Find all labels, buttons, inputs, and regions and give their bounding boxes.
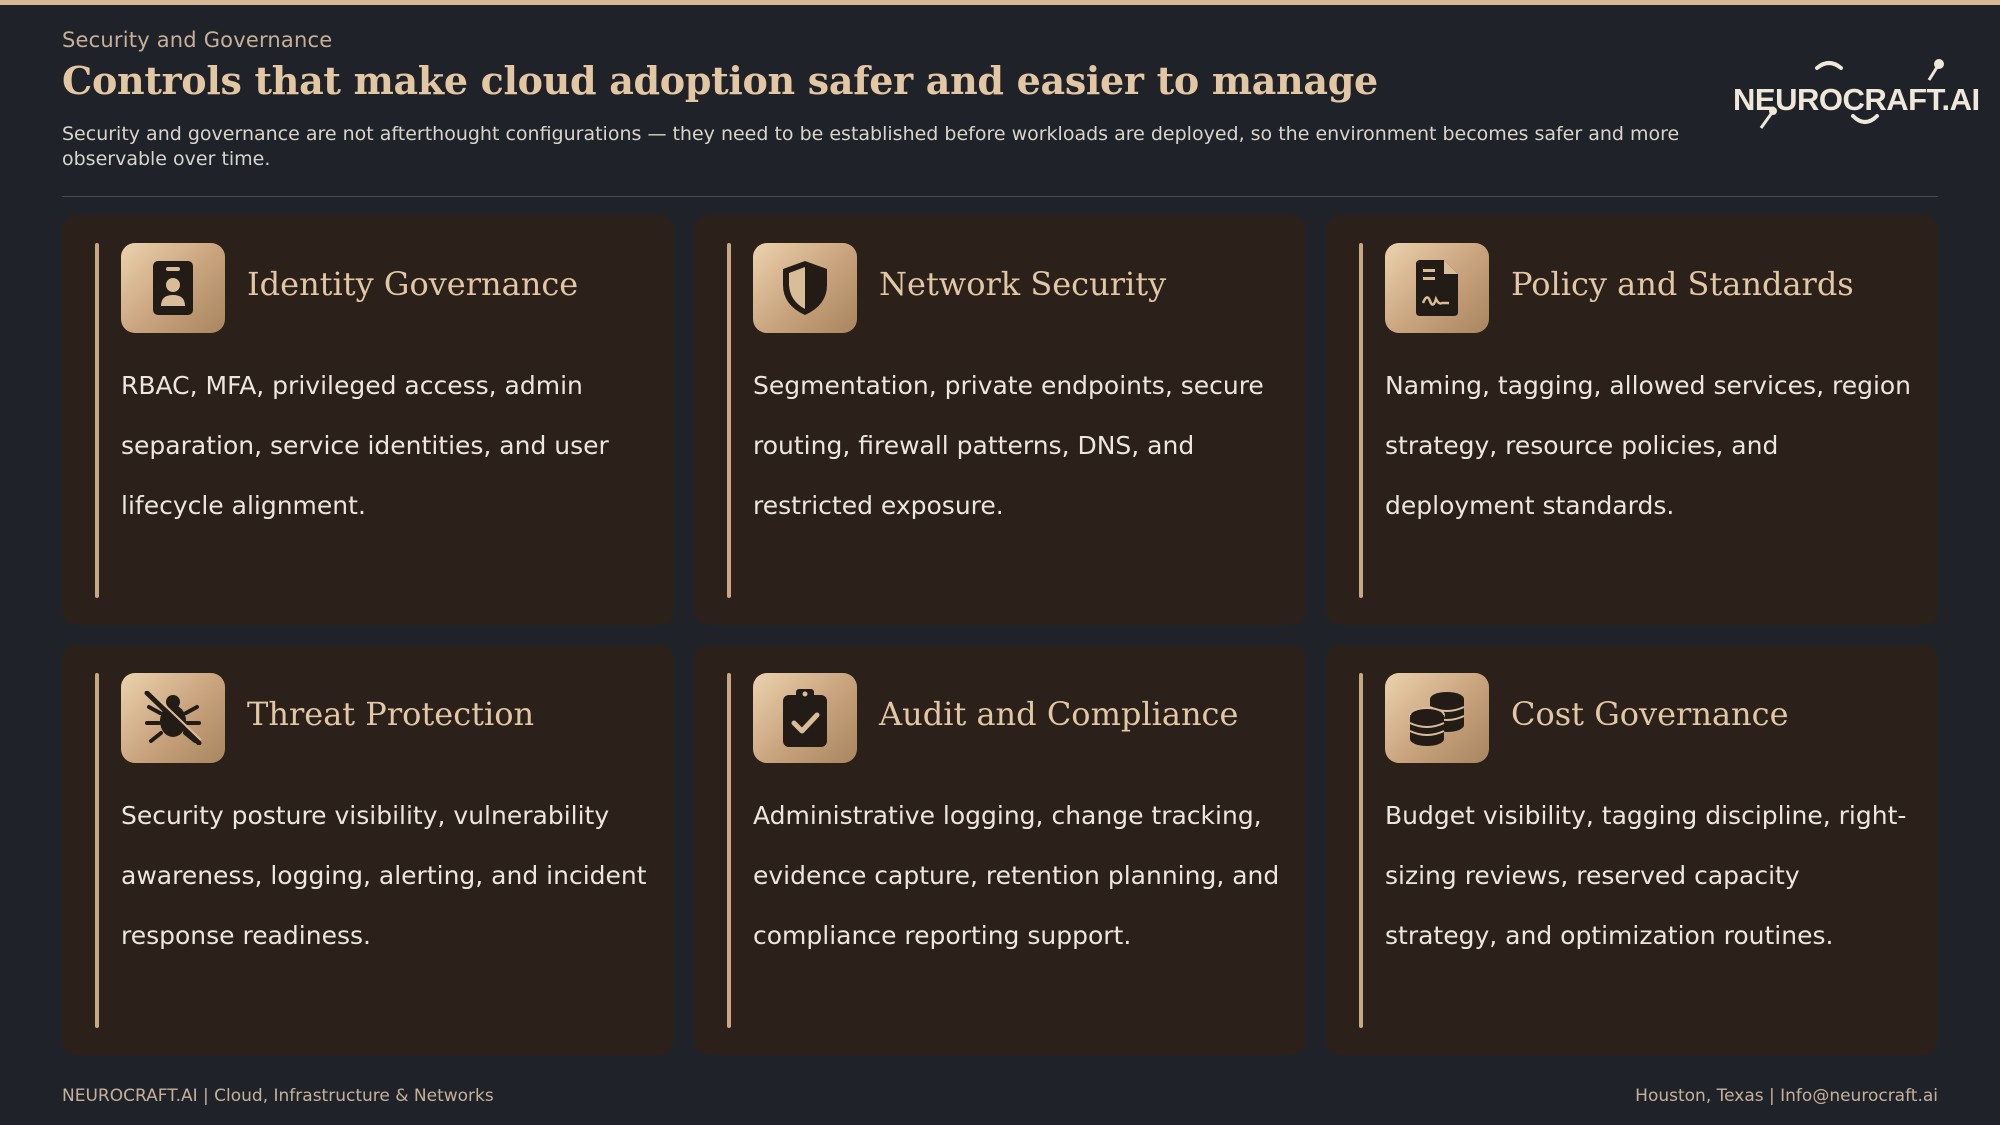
card-description: RBAC, MFA, privileged access, admin sepa…: [121, 371, 609, 520]
card-threat-protection: Threat Protection Security posture visib…: [62, 645, 674, 1055]
card-title: Threat Protection: [247, 695, 535, 733]
card-title: Network Security: [879, 265, 1167, 303]
card-accent-bar: [95, 243, 99, 598]
card-accent-bar: [95, 673, 99, 1028]
footer-brand: NEUROCRAFT.AI | Cloud, Infrastructure & …: [62, 1086, 494, 1106]
footer-contact: Houston, Texas | Info@neurocraft.ai: [1635, 1086, 1938, 1106]
card-description: Security posture visibility, vulnerabili…: [121, 801, 647, 950]
header-divider: [62, 196, 1938, 197]
bug-slash-icon: [121, 673, 225, 763]
logo-wordmark: NEUROCRAFT.AI: [1733, 82, 1980, 117]
coins-stack-icon: [1385, 673, 1489, 763]
card-accent-bar: [727, 243, 731, 598]
card-identity-governance: Identity Governance RBAC, MFA, privilege…: [62, 215, 674, 625]
card-title: Cost Governance: [1511, 695, 1789, 733]
card-title: Audit and Compliance: [879, 695, 1239, 733]
card-description: Budget visibility, tagging discipline, r…: [1385, 801, 1907, 950]
card-accent-bar: [1359, 673, 1363, 1028]
id-badge-icon: [121, 243, 225, 333]
card-policy-standards: Policy and Standards Naming, tagging, al…: [1326, 215, 1938, 625]
card-title: Identity Governance: [247, 265, 579, 303]
signed-document-icon: [1385, 243, 1489, 333]
card-description: Segmentation, private endpoints, secure …: [753, 371, 1264, 520]
card-accent-bar: [727, 673, 731, 1028]
card-cost-governance: Cost Governance Budget visibility, taggi…: [1326, 645, 1938, 1055]
card-title: Policy and Standards: [1511, 265, 1854, 303]
brand-logo: NEUROCRAFT.AI: [1725, 58, 1985, 130]
card-description: Naming, tagging, allowed services, regio…: [1385, 371, 1912, 520]
card-audit-compliance: Audit and Compliance Administrative logg…: [694, 645, 1306, 1055]
clipboard-check-icon: [753, 673, 857, 763]
top-accent-bar: [0, 0, 2000, 5]
page-subtitle: Security and governance are not aftertho…: [62, 123, 1680, 170]
shield-icon: [753, 243, 857, 333]
page-title: Controls that make cloud adoption safer …: [62, 58, 1378, 103]
card-description: Administrative logging, change tracking,…: [753, 801, 1280, 950]
section-kicker: Security and Governance: [62, 28, 333, 52]
card-network-security: Network Security Segmentation, private e…: [694, 215, 1306, 625]
card-accent-bar: [1359, 243, 1363, 598]
